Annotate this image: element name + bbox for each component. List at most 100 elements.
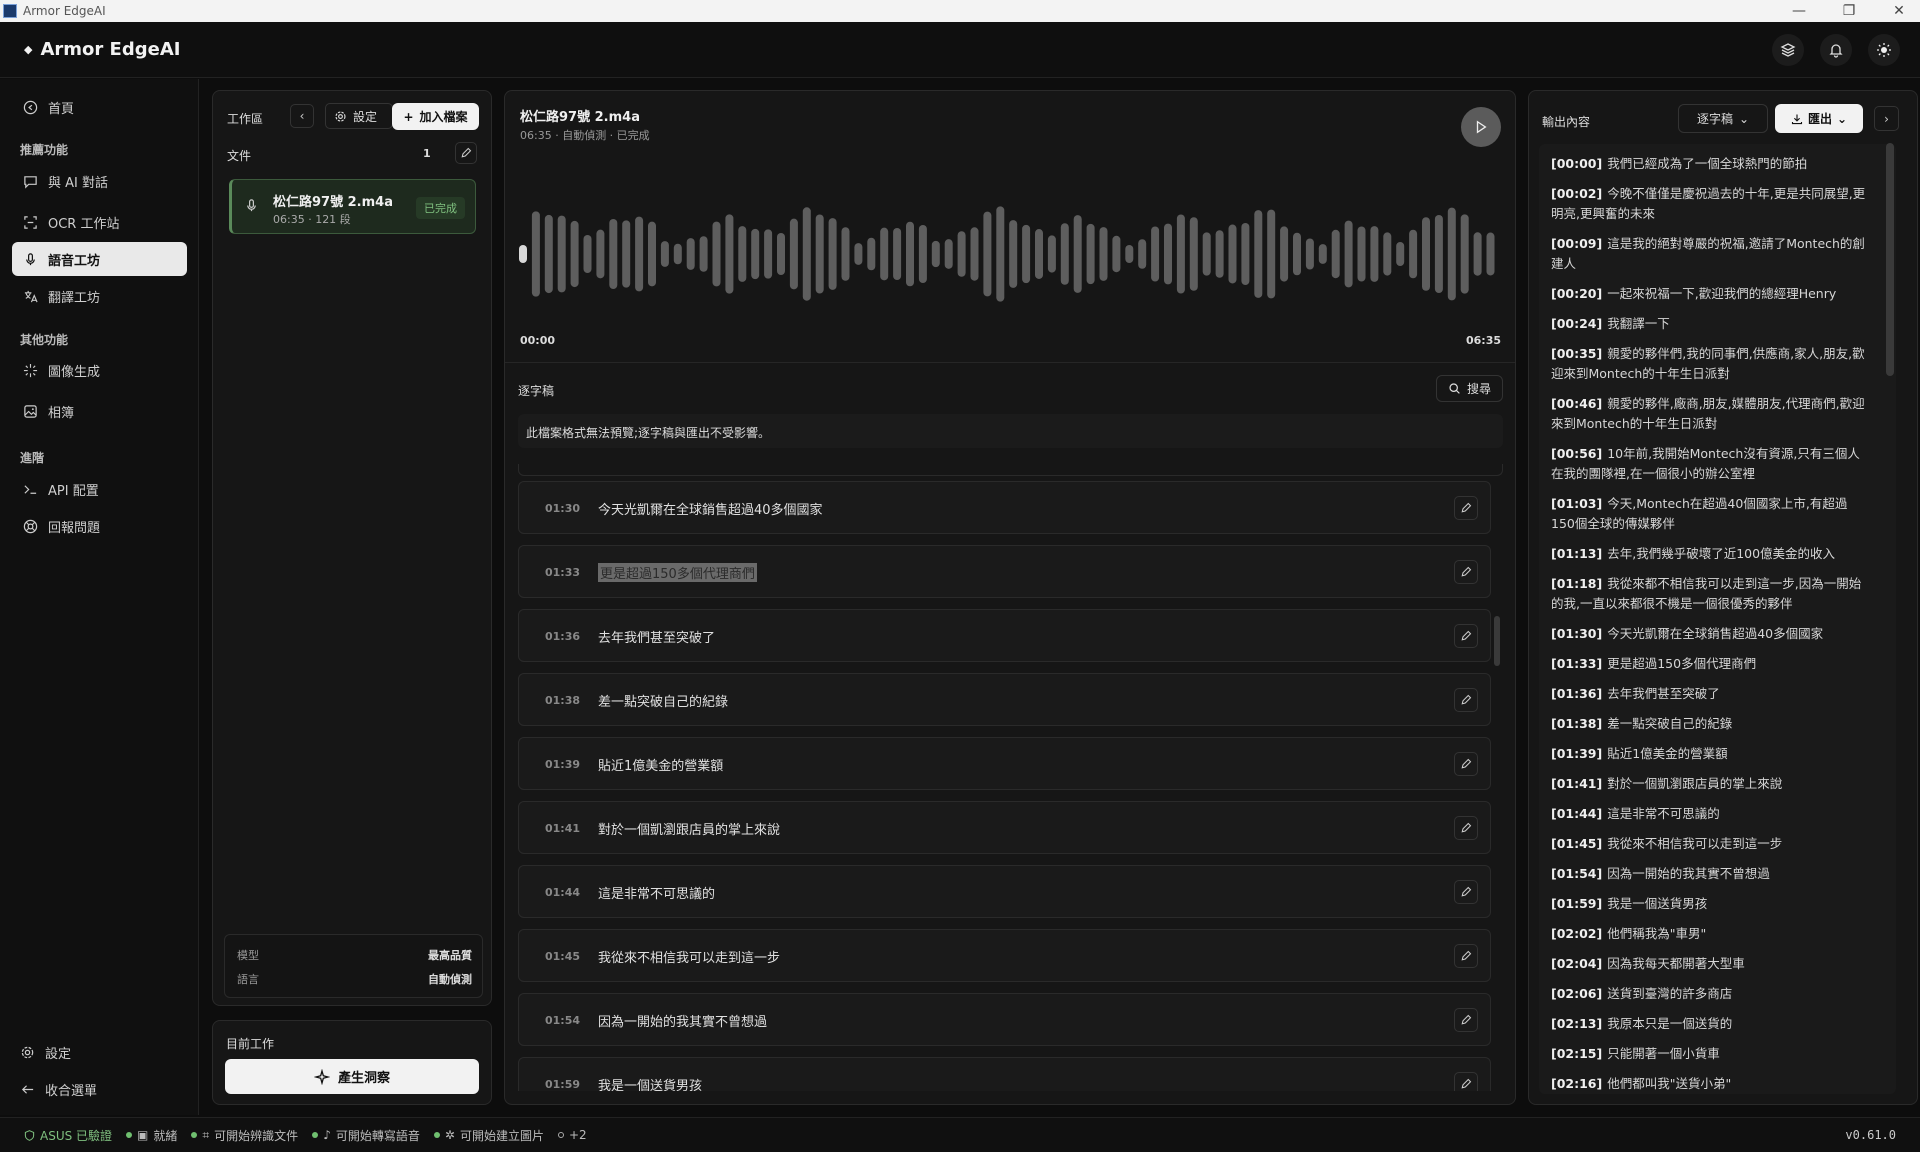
waveform[interactable] [519,196,1503,312]
workspace-settings-button[interactable]: 設定 [325,103,393,129]
shield-icon [24,1129,35,1141]
transcript-segment[interactable]: 01:54 因為一開始的我其實不曾想過 [518,993,1491,1046]
waveform-bar [841,227,850,281]
sidebar-item-api[interactable]: API 配置 [12,472,187,506]
waveform-bar [648,221,656,287]
maximize-button[interactable]: ❐ [1840,3,1858,19]
output-timestamp: [01:44] [1551,806,1603,821]
sidebar-item-translate[interactable]: 翻譯工坊 [12,279,187,313]
output-text: 我原本只是一個送貨的 [1607,1016,1733,1031]
transcript-segment[interactable]: 01:45 我從來不相信我可以走到這一步 [518,929,1491,982]
transcript-segment[interactable]: 01:36 去年我們甚至突破了 [518,609,1491,662]
sidebar-item-album[interactable]: 相簿 [12,394,187,428]
status-image-label: 可開始建立圖片 [459,1128,544,1143]
sidebar-item-home[interactable]: 首頁 [12,90,187,124]
audio-title: 松仁路97號 2.m4a [520,110,640,125]
output-line: [00:46] 親愛的夥伴,廠商,朋友,媒體朋友,代理商們,歡迎來到Montech… [1551,394,1869,434]
output-timestamp: [01:36] [1551,686,1603,701]
sidebar-item-label: 設定 [45,1046,72,1062]
waveform-bar [854,243,863,265]
file-name: 松仁路97號 2.m4a [273,195,393,210]
output-content[interactable]: [00:00] 我們已經成為了一個全球熱門的節拍 [00:02] 今晚不僅僅是慶祝過去… [1539,144,1896,1094]
brand[interactable]: ◆ Armor EdgeAI [24,39,180,60]
layers-button[interactable] [1772,34,1804,66]
generate-insight-button[interactable]: 產生洞察 [225,1059,479,1094]
files-edit-button[interactable] [455,142,477,164]
waveform-bar [906,221,914,287]
sidebar-item-label: API 配置 [48,483,99,499]
transcript-segment[interactable]: 01:33 更是超過150多個代理商們 [518,545,1491,598]
output-scrollbar[interactable] [1886,143,1894,376]
output-text: 送貨到臺灣的許多商店 [1607,986,1733,1001]
close-button[interactable]: ✕ [1890,3,1908,19]
sidebar-item-voice[interactable]: 語音工坊 [12,242,187,276]
status-more[interactable]: +2 [557,1128,587,1142]
sidebar-item-settings[interactable]: 設定 [12,1037,187,1067]
segment-edit-button[interactable] [1454,624,1478,648]
segment-scrollbar[interactable] [1494,616,1500,666]
output-line: [02:15] 只能開著一個小貨車 [1551,1044,1869,1064]
segment-edit-button[interactable] [1454,560,1478,584]
sidebar-item-ocr[interactable]: OCR 工作站 [12,205,187,239]
transcript-segment[interactable]: 01:39 貼近1億美金的營業額 [518,737,1491,790]
output-mode-dropdown[interactable]: 逐字稿 ⌄ [1678,104,1768,133]
chat-icon [22,173,38,189]
segment-edit-button[interactable] [1454,944,1478,968]
output-line: [00:24] 我翻譯一下 [1551,314,1869,334]
theme-toggle-button[interactable] [1868,34,1900,66]
waveform-bar [725,214,734,294]
transcript-segment[interactable]: 01:41 對於一個凱瀏跟店員的掌上來說 [518,801,1491,854]
segment-edit-button[interactable] [1454,1072,1478,1091]
output-next-button[interactable]: › [1874,106,1899,131]
waveform-bar [1060,223,1069,285]
transcript-segment[interactable]: 01:59 我是一個送貨男孩 [518,1057,1491,1091]
segment-edit-button[interactable] [1454,688,1478,712]
transcript-segment[interactable]: 01:30 今天光凱爾在全球銷售超過40多個國家 [518,481,1491,534]
output-line: [00:20] 一起來祝福一下,歡迎我們的總經理Henry [1551,284,1869,304]
segment-edit-button[interactable] [1454,1008,1478,1032]
minimize-button[interactable]: — [1790,3,1808,19]
workspace-back-button[interactable]: ‹ [290,104,314,128]
sidebar-item-report[interactable]: 回報問題 [12,509,187,543]
sidebar-item-label: 與 AI 對話 [48,175,108,191]
export-button[interactable]: 匯出 ⌄ [1775,104,1863,133]
search-button[interactable]: 搜尋 [1436,375,1503,402]
add-file-button[interactable]: + 加入檔案 [392,103,479,130]
pencil-icon [1461,502,1472,513]
translate-icon [22,288,38,304]
output-timestamp: [00:20] [1551,286,1603,301]
file-card[interactable]: 松仁路97號 2.m4a 06:35 · 121 段 已完成 [229,179,476,234]
waveform-bar [519,245,527,263]
play-button[interactable] [1461,107,1501,147]
sidebar-item-image-gen[interactable]: 圖像生成 [12,353,187,387]
output-text: 一起來祝福一下,歡迎我們的總經理Henry [1607,286,1837,301]
file-meta: 06:35 · 121 段 [273,213,351,226]
output-timestamp: [02:04] [1551,956,1603,971]
segment-text: 今天光凱爾在全球銷售超過40多個國家 [598,503,823,518]
segment-text: 差一點突破自己的紀錄 [598,695,729,710]
output-line: [01:41] 對於一個凱瀏跟店員的掌上來說 [1551,774,1869,794]
segment-edit-button[interactable] [1454,752,1478,776]
bell-icon [1829,44,1843,58]
segment-edit-button[interactable] [1454,496,1478,520]
waveform-bar [1434,214,1443,294]
settings-label: 設定 [353,109,378,124]
output-text: 去年,我們幾乎破壞了近100億美金的收入 [1607,546,1836,561]
transcript-segment[interactable]: 01:44 這是非常不可思議的 [518,865,1491,918]
segment-edit-button[interactable] [1454,816,1478,840]
waveform-bar [1267,209,1276,299]
notifications-button[interactable] [1820,34,1852,66]
segment-list[interactable]: 01:30 今天光凱爾在全球銷售超過40多個國家 01:33 更是超過150多個代理商… [518,464,1514,1091]
sidebar-item-chat[interactable]: 與 AI 對話 [12,164,187,198]
waveform-bar [828,218,837,290]
waveform-bar [1202,232,1211,276]
waveform-bar [789,218,798,290]
sidebar-collapse-button[interactable]: 收合選單 [12,1074,187,1104]
output-line: [01:59] 我是一個送貨男孩 [1551,894,1869,914]
sidebar-item-label: OCR 工作站 [48,216,120,232]
waveform-bar [1370,226,1379,282]
transcript-segment[interactable]: 01:38 差一點突破自己的紀錄 [518,673,1491,726]
segment-edit-button[interactable] [1454,880,1478,904]
output-text: 這是非常不可思議的 [1607,806,1720,821]
waveform-bar [777,233,785,275]
